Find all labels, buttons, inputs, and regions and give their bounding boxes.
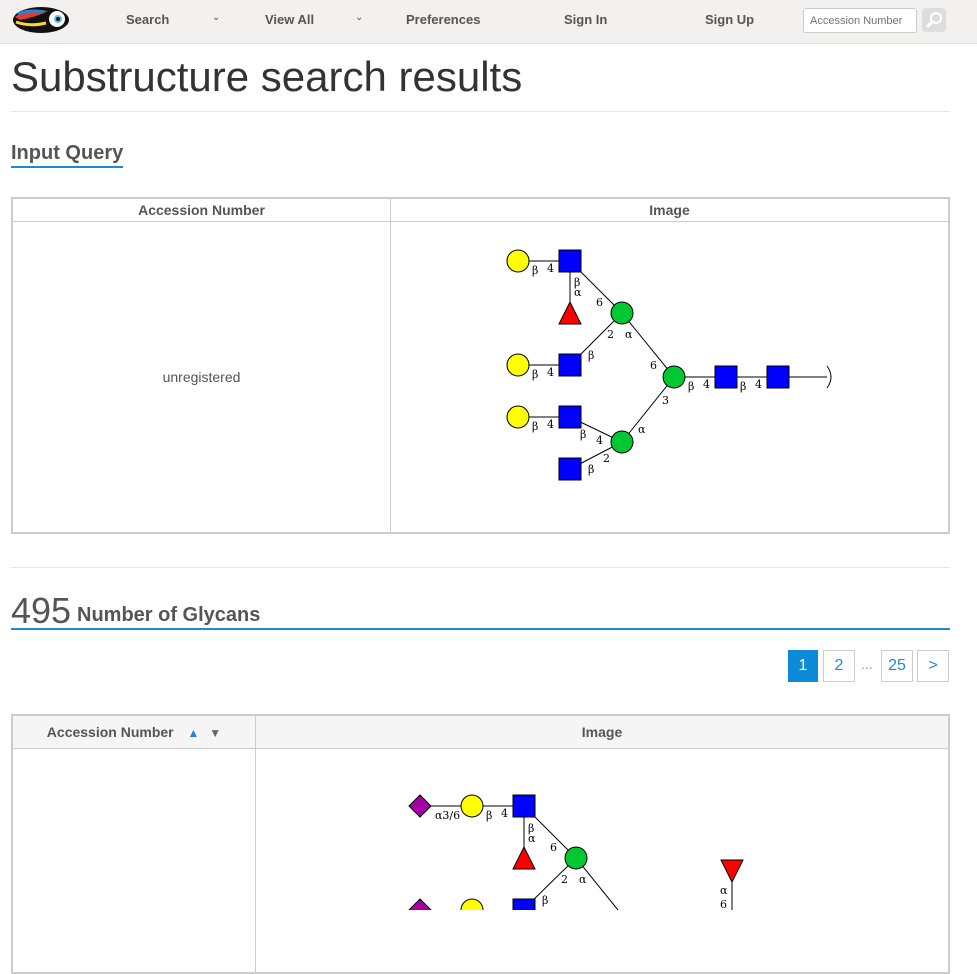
linkage-label: 4 (755, 378, 762, 391)
glcnac-icon (558, 457, 581, 481)
linkage-label: 2 (561, 873, 568, 886)
glcnac-icon (512, 794, 536, 817)
nav-view-all[interactable]: View All (265, 12, 314, 27)
input-query-table: Accession Number Image unregistered β 4 … (11, 197, 950, 534)
sort-ascending-icon[interactable]: ▲ (188, 726, 200, 740)
glycan-count-label: Number of Glycans (77, 604, 261, 626)
linkage-label: α (528, 832, 536, 845)
search-icon (925, 12, 942, 29)
linkage-label: 4 (501, 807, 508, 820)
col-image-header: Image (390, 197, 950, 222)
fucose-icon (512, 845, 536, 869)
linkage-label: 3 (662, 394, 669, 407)
page-last-button[interactable]: 25 (881, 650, 913, 682)
sort-descending-icon[interactable]: ▼ (209, 726, 221, 740)
linkage-label: β (532, 420, 538, 433)
glcnac-icon (558, 353, 581, 377)
glcnac-icon (512, 898, 536, 910)
nav-search[interactable]: Search (126, 12, 169, 27)
glcnac-icon (714, 365, 737, 389)
linkage-label: 4 (547, 366, 554, 379)
glycan-structure-image[interactable]: α3/6 β 4 β α 6 2 α β α 6 (257, 750, 947, 910)
glcnac-icon (766, 365, 789, 389)
glcnac-icon (558, 249, 581, 273)
linkage-label: 4 (547, 262, 554, 275)
chevron-down-icon[interactable]: ⌄ (212, 12, 220, 23)
linkage-label: β (532, 368, 538, 381)
linkage-label: 6 (720, 898, 727, 910)
fucose-icon (557, 300, 582, 325)
linkage-label: 4 (596, 434, 603, 447)
linkage-label: 4 (703, 378, 710, 391)
fucose-icon (720, 859, 744, 883)
linkage-label: 4 (547, 418, 554, 431)
input-query-heading: Input Query (11, 142, 124, 168)
col-image-header: Image (255, 714, 950, 749)
galactose-icon (506, 353, 529, 377)
linkage-label: 2 (607, 328, 614, 341)
chevron-down-icon[interactable]: ⌄ (355, 12, 363, 23)
linkage-label: α3/6 (435, 809, 460, 822)
linkage-label: β (532, 264, 538, 277)
nav-sign-up[interactable]: Sign Up (705, 12, 754, 27)
glcnac-icon (558, 405, 581, 429)
accession-search-input[interactable] (803, 8, 917, 33)
page-2-button[interactable]: 2 (823, 650, 855, 682)
glycan-image-cell: β 4 β α 6 2 α β β 4 6 3 β 4 β 4 β 4 β 4 … (390, 220, 950, 534)
pagination-ellipsis: ... (861, 656, 873, 672)
nav-sign-in[interactable]: Sign In (564, 12, 607, 27)
galactose-icon (460, 898, 484, 910)
divider (11, 567, 950, 568)
linkage-label: β (542, 894, 548, 907)
search-button[interactable] (922, 8, 946, 32)
col-accession-label: Accession Number (46, 723, 174, 740)
col-accession-header[interactable]: Accession Number ▲ ▼ (11, 714, 256, 749)
results-count-heading: 495 Number of Glycans (11, 590, 950, 631)
galactose-icon (460, 794, 484, 817)
linkage-label: 6 (650, 359, 657, 372)
top-navbar: Search ⌄ View All ⌄ Preferences Sign In … (0, 0, 977, 44)
glycan-structure-image: β 4 β α 6 2 α β β 4 6 3 β 4 β 4 β 4 β 4 … (506, 249, 831, 481)
glycan-image-cell: α3/6 β 4 β α 6 2 α β α 6 (255, 747, 950, 974)
mannose-icon (610, 301, 633, 325)
page-1-button[interactable]: 1 (788, 650, 818, 682)
linkage-label: β (588, 463, 594, 476)
neu5ac-icon (408, 897, 432, 910)
galactose-icon (506, 249, 529, 273)
linkage-label: 6 (550, 841, 557, 854)
linkage-label: α (579, 873, 587, 886)
linkage-label: α (720, 884, 728, 897)
linkage-label: α (625, 328, 633, 341)
linkage-label: 6 (596, 296, 603, 309)
linkage-label: α (638, 423, 646, 436)
mannose-icon (662, 365, 685, 389)
linkage-label: β (688, 380, 694, 393)
neu5ac-icon (408, 793, 432, 818)
linkage-label: β (580, 428, 586, 441)
linkage-label: β (740, 380, 746, 393)
col-accession-header: Accession Number (11, 197, 391, 222)
accession-cell: unregistered (11, 220, 391, 534)
linkage-label: β (588, 349, 594, 362)
mannose-icon (610, 430, 633, 454)
results-table: Accession Number ▲ ▼ Image α3/6 β 4 β α … (11, 714, 950, 974)
next-page-button[interactable]: > (917, 650, 949, 682)
page-title: Substructure search results (11, 53, 523, 100)
logo-icon[interactable] (12, 5, 70, 35)
galactose-icon (506, 405, 529, 429)
linkage-label: α (574, 286, 582, 299)
linkage-label: β (486, 809, 492, 822)
divider (11, 111, 950, 112)
glycan-count: 495 (11, 590, 72, 631)
linkage-label: 2 (603, 452, 610, 465)
mannose-icon (564, 846, 588, 869)
nav-preferences[interactable]: Preferences (406, 12, 480, 27)
accession-cell[interactable] (11, 747, 256, 974)
